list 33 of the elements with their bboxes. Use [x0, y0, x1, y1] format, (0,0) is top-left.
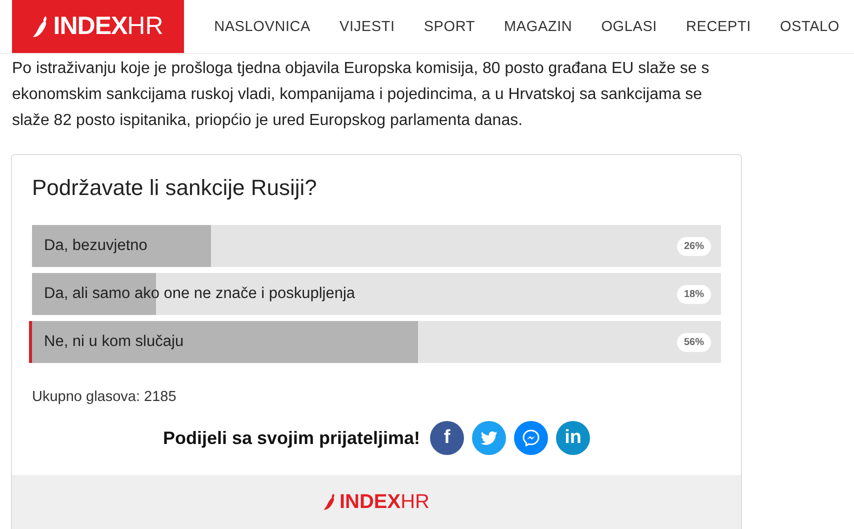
messenger-share-button[interactable] [514, 421, 548, 455]
poll-question: Podržavate li sankcije Rusiji? [32, 175, 318, 201]
option-label: Ne, ni u kom slučaju [44, 333, 184, 351]
nav-link[interactable]: NASLOVNICA [214, 18, 311, 34]
linkedin-glyph: in [564, 427, 582, 449]
nav-link[interactable]: MAGAZIN [504, 18, 572, 34]
poll-option[interactable]: Da, ali samo ako one ne znače i poskupljenja 18% [32, 273, 721, 315]
percent-badge: 18% [676, 284, 711, 304]
nav-link[interactable]: RECEPTI [686, 18, 751, 34]
logo-text-suffix: HR [127, 12, 164, 41]
speech-bubble-icon [521, 428, 542, 448]
option-label: Da, bezuvjetno [44, 237, 148, 255]
linkedin-share-button[interactable]: in [556, 421, 590, 455]
option-label: Da, ali samo ako one ne znače i poskupljenja [44, 285, 356, 303]
nav-link[interactable]: SPORT [424, 18, 476, 34]
chili-pepper-icon [323, 492, 338, 512]
poll-option[interactable]: Da, bezuvjetno 26% [32, 225, 721, 267]
logo[interactable]: INDEXHR [12, 0, 184, 53]
nav-link[interactable]: OGLASI [601, 18, 657, 34]
nav-link[interactable]: VIJESTI [340, 18, 395, 34]
percent-badge: 56% [676, 332, 711, 352]
logo-text: INDEX [339, 490, 401, 514]
poll-option[interactable]: Ne, ni u kom slučaju 56% [29, 321, 721, 363]
twitter-share-button[interactable] [472, 421, 506, 455]
nav-link[interactable]: OSTALO [780, 18, 840, 34]
facebook-share-button[interactable]: f [430, 421, 464, 455]
logo-text: INDEX [53, 12, 128, 41]
article-paragraph: Po istraživanju koje je prošloga tjedna objavila Europska komisija, 80 posto građana EU slaže se s ekonomskim sankcijama ruskoj vladi, kompanijama i pojedincima, a u Hrvatskoj sa sankcijama se slaže 82 posto ispitanika, priopćio je ured Europskog parlamenta danas. [12, 59, 710, 131]
total-votes: Ukupno glasova: 2185 [32, 389, 178, 405]
share-label: Podijeli sa svojim prijateljima! [162, 428, 420, 448]
percent-badge: 26% [676, 236, 711, 256]
logo-text-suffix: HR [400, 490, 430, 514]
facebook-glyph: f [444, 427, 450, 449]
